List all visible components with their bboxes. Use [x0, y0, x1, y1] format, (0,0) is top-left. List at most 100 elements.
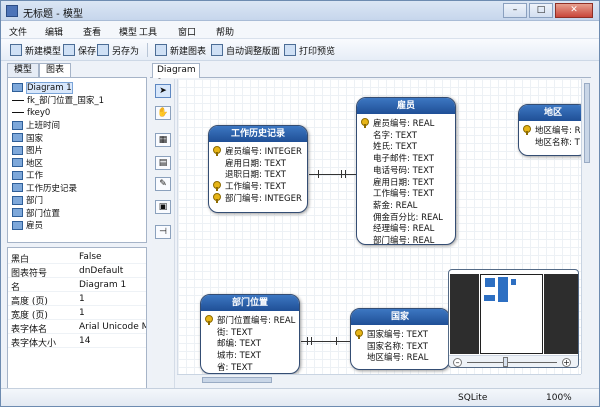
zoom-track[interactable]	[467, 362, 557, 363]
tree-item[interactable]: fk_部门位置_国家_1	[12, 95, 104, 106]
entity-field[interactable]: 部门编号: INTEGER	[209, 192, 307, 204]
property-row[interactable]: 图表符号 dnDefault	[8, 265, 146, 279]
overview-panel[interactable]: – +	[448, 269, 579, 368]
relation-line[interactable]	[301, 341, 350, 342]
property-value[interactable]: 14	[79, 336, 90, 346]
property-row[interactable]: 宽度 (页) 1	[8, 307, 146, 321]
entity-field[interactable]: 地区编号: R	[519, 124, 581, 136]
title-bar[interactable]: 无标题 - 模型 – □ ✕	[1, 1, 599, 21]
tab-model[interactable]: 模型	[7, 63, 40, 77]
view-tool-icon[interactable]: ▤	[155, 156, 171, 170]
property-row[interactable]: 表字体大小 14	[8, 335, 146, 349]
save-as-button[interactable]: 另存为	[97, 42, 139, 58]
menu-file[interactable]: 文件	[9, 25, 27, 38]
relation-tool-icon[interactable]: ⊣	[155, 225, 171, 239]
entity-field[interactable]: 名字: TEXT	[357, 129, 455, 141]
pointer-tool-icon[interactable]: ➤	[155, 84, 171, 98]
tree-item[interactable]: 雇员	[12, 220, 43, 231]
save-button[interactable]: 保存	[63, 42, 96, 58]
entity-field[interactable]: 电子邮件: TEXT	[357, 152, 455, 164]
entity-job-history[interactable]: 工作历史记录 雇员编号: INTEGER 雇用日期: TEXT 退职日期: TEXT 工…	[208, 125, 308, 213]
menu-window[interactable]: 窗口	[178, 25, 196, 38]
entity-field[interactable]: 雇员编号: REAL	[357, 117, 455, 129]
tree-item[interactable]: fkey0	[12, 107, 50, 118]
entity-field[interactable]: 佣金百分比: REAL	[357, 211, 455, 223]
entity-field[interactable]: 经理编号: REAL	[357, 222, 455, 234]
zoom-slider-thumb[interactable]	[503, 357, 508, 367]
property-key: 图表符号	[11, 269, 48, 279]
tree-item[interactable]: 上班时间	[12, 120, 60, 131]
property-value[interactable]: Arial Unicode M	[79, 322, 146, 332]
entity-field[interactable]: 雇员编号: INTEGER	[209, 145, 307, 157]
entity-field[interactable]: 电话号码: TEXT	[357, 164, 455, 176]
entity-field[interactable]: 退职日期: TEXT	[209, 168, 307, 180]
new-diagram-button[interactable]: 新建图表	[155, 42, 206, 58]
tree-item[interactable]: 图片	[12, 145, 43, 156]
entity-field[interactable]: 雇用日期: TEXT	[357, 176, 455, 188]
entity-field[interactable]: 工作编号: TEXT	[209, 180, 307, 192]
entity-field[interactable]: 地区编号: REAL	[351, 351, 449, 363]
maximize-button[interactable]: □	[529, 3, 553, 18]
table-tool-icon[interactable]: ▦	[155, 133, 171, 147]
entity-field[interactable]: 街: TEXT	[201, 326, 299, 338]
note-tool-icon[interactable]: ✎	[155, 177, 171, 191]
new-model-button[interactable]: 新建模型	[10, 42, 61, 58]
auto-layout-button[interactable]: 自动调整版面	[211, 42, 280, 58]
tab-diagram-1[interactable]: Diagram 1	[152, 63, 200, 88]
zoom-out-icon[interactable]: –	[453, 358, 462, 367]
entity-field[interactable]: 部门位置编号: REAL	[201, 314, 299, 326]
close-button[interactable]: ✕	[555, 3, 593, 18]
diagram-tree[interactable]: Diagram 1 fk_部门位置_国家_1 fkey0 上班时间 国家 图片 地区 工作 工作…	[7, 77, 147, 243]
property-value[interactable]: dnDefault	[79, 266, 123, 276]
entity-employees[interactable]: 雇员 雇员编号: REAL 名字: TEXT 姓氏: TEXT 电子邮件: TEXT 电话…	[356, 97, 456, 245]
relation-line[interactable]	[309, 174, 356, 175]
tree-item[interactable]: 国家	[12, 132, 43, 144]
property-value[interactable]: 1	[79, 294, 85, 304]
vertical-scrollbar[interactable]	[581, 79, 591, 374]
property-row[interactable]: 名 Diagram 1	[8, 279, 146, 293]
tree-item[interactable]: Diagram 1	[12, 81, 73, 94]
tree-item[interactable]: 地区	[12, 157, 43, 169]
entity-field[interactable]: 工作编号: TEXT	[357, 187, 455, 199]
tree-item[interactable]: 工作	[12, 170, 43, 181]
entity-field[interactable]: 国家名称: TEXT	[351, 340, 449, 352]
property-row[interactable]: 高度 (页) 1	[8, 293, 146, 307]
tree-item[interactable]: 部门	[12, 195, 43, 206]
entity-field[interactable]: 部门编号: REAL	[357, 234, 455, 244]
entity-dept-locations[interactable]: 部门位置 部门位置编号: REAL 街: TEXT 邮编: TEXT 城市: TEXT 省…	[200, 294, 300, 374]
property-row[interactable]: 表字体名 Arial Unicode M	[8, 321, 146, 335]
zoom-in-icon[interactable]: +	[562, 358, 571, 367]
horizontal-scroll-thumb[interactable]	[202, 377, 272, 383]
property-grid[interactable]: 黑白 False 图表符号 dnDefault 名 Diagram 1 高度 (页) 1 宽度 …	[7, 247, 147, 391]
property-value[interactable]: False	[79, 252, 102, 262]
entity-field[interactable]: 雇用日期: TEXT	[209, 157, 307, 169]
entity-field[interactable]: 国家编号: TEXT	[351, 328, 449, 340]
tree-item-label: fkey0	[27, 107, 51, 118]
property-value[interactable]: Diagram 1	[79, 280, 126, 290]
menu-edit[interactable]: 编辑	[45, 25, 63, 38]
entity-field[interactable]: 邮编: TEXT	[201, 337, 299, 349]
entity-field[interactable]: 省: TEXT	[201, 361, 299, 373]
image-tool-icon[interactable]: ▣	[155, 200, 171, 214]
entity-regions[interactable]: 地区 地区编号: R 地区名称: T	[518, 104, 581, 156]
hand-tool-icon[interactable]: ✋	[155, 106, 171, 120]
entity-field[interactable]: 姓氏: TEXT	[357, 140, 455, 152]
horizontal-scrollbar[interactable]	[177, 374, 581, 384]
menu-tools[interactable]: 工具	[139, 25, 157, 38]
print-preview-button[interactable]: 打印预览	[284, 42, 335, 58]
menu-help[interactable]: 帮助	[216, 25, 234, 38]
entity-field[interactable]: 薪金: REAL	[357, 199, 455, 211]
vertical-scroll-thumb[interactable]	[584, 83, 590, 163]
relation-icon	[12, 99, 24, 101]
property-value[interactable]: 1	[79, 308, 85, 318]
entity-field[interactable]: 地区名称: T	[519, 136, 581, 148]
tree-item[interactable]: 工作历史记录	[12, 182, 77, 194]
entity-countries[interactable]: 国家 国家编号: TEXT 国家名称: TEXT 地区编号: REAL	[350, 308, 450, 370]
property-row[interactable]: 黑白 False	[8, 251, 146, 265]
minimize-button[interactable]: –	[503, 3, 527, 18]
menu-model[interactable]: 模型	[119, 25, 137, 38]
tree-item[interactable]: 部门位置	[12, 207, 60, 219]
entity-field[interactable]: 城市: TEXT	[201, 349, 299, 361]
tab-diagram[interactable]: 图表	[39, 63, 72, 77]
menu-view[interactable]: 查看	[83, 25, 101, 38]
